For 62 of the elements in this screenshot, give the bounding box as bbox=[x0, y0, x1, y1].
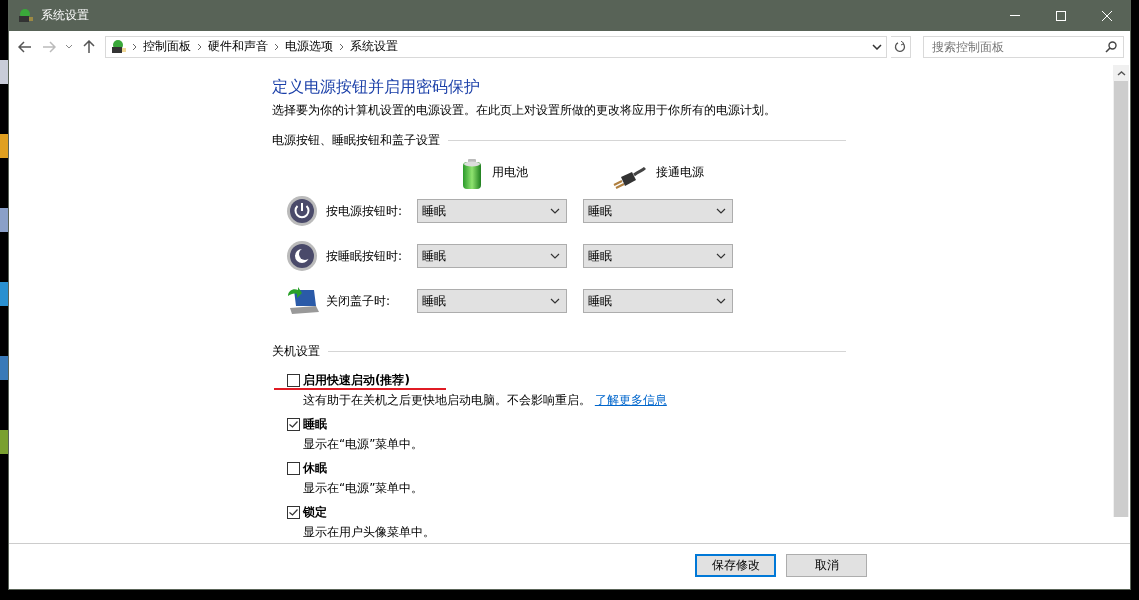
moon-icon bbox=[286, 240, 318, 272]
section-title: 关机设置 bbox=[272, 343, 320, 360]
page-heading: 定义电源按钮并启用密码保护 bbox=[272, 76, 481, 98]
chevron-right-icon bbox=[338, 42, 344, 51]
checkbox[interactable] bbox=[287, 418, 300, 431]
column-header: 接通电源 bbox=[656, 164, 704, 181]
refresh-icon bbox=[894, 40, 907, 53]
chevron-down-icon bbox=[716, 298, 726, 304]
minimize-icon bbox=[1010, 15, 1020, 16]
checkbox-label[interactable]: 休眠 bbox=[303, 460, 327, 477]
chevron-down-icon bbox=[550, 298, 560, 304]
maximize-icon bbox=[1056, 10, 1066, 21]
action-dropdown[interactable]: 睡眠 bbox=[583, 289, 733, 313]
close-icon bbox=[1102, 10, 1112, 21]
search-field[interactable]: 搜索控制面板 bbox=[922, 35, 1124, 58]
scrollbar[interactable] bbox=[1113, 65, 1129, 517]
chevron-down-icon bbox=[550, 253, 560, 259]
action-dropdown[interactable]: 睡眠 bbox=[583, 244, 733, 268]
battery-icon bbox=[462, 159, 482, 189]
column-header: 用电池 bbox=[492, 164, 528, 181]
section-title: 电源按钮、睡眠按钮和盖子设置 bbox=[272, 132, 440, 149]
option-description: 这有助于在关机之后更快地启动电脑。不会影响重启。 bbox=[303, 393, 591, 407]
checkbox-label[interactable]: 睡眠 bbox=[303, 416, 327, 433]
learn-more-link[interactable]: 了解更多信息 bbox=[594, 393, 667, 407]
chevron-down-icon bbox=[64, 44, 73, 49]
breadcrumb-item[interactable]: 硬件和声音 bbox=[207, 38, 268, 55]
checkbox-label[interactable]: 锁定 bbox=[303, 504, 327, 521]
option-description: 显示在用户头像菜单中。 bbox=[303, 525, 435, 539]
window-title: 系统设置 bbox=[41, 7, 89, 24]
action-dropdown[interactable]: 睡眠 bbox=[417, 199, 567, 223]
search-icon bbox=[1105, 40, 1117, 53]
setting-label: 关闭盖子时: bbox=[326, 292, 392, 310]
chevron-down-icon bbox=[871, 43, 882, 50]
page-description: 选择要为你的计算机设置的电源设置。在此页上对设置所做的更改将应用于你所有的电源计划。 bbox=[272, 102, 777, 118]
checkbox[interactable] bbox=[287, 462, 300, 475]
action-dropdown[interactable]: 睡眠 bbox=[417, 244, 567, 268]
option-description: 显示在“电源”菜单中。 bbox=[303, 481, 424, 495]
chevron-down-icon bbox=[716, 253, 726, 259]
checkbox[interactable] bbox=[287, 506, 300, 519]
refresh-button[interactable] bbox=[890, 35, 911, 58]
laptop-icon bbox=[286, 286, 320, 316]
chevron-down-icon bbox=[716, 208, 726, 214]
power-icon bbox=[286, 195, 318, 227]
chevron-right-icon bbox=[196, 42, 202, 51]
setting-label: 按电源按钮时: bbox=[326, 202, 404, 220]
breadcrumb-item[interactable]: 系统设置 bbox=[349, 38, 398, 55]
checkbox-label[interactable]: 启用快速启动(推荐) bbox=[303, 372, 410, 389]
chevron-right-icon bbox=[131, 42, 137, 51]
breadcrumb-item[interactable]: 控制面板 bbox=[142, 38, 191, 55]
action-dropdown[interactable]: 睡眠 bbox=[583, 199, 733, 223]
option-description: 显示在“电源”菜单中。 bbox=[303, 437, 424, 451]
dialog-button[interactable]: 保存修改 bbox=[695, 553, 776, 577]
plug-icon bbox=[612, 167, 646, 189]
chevron-up-icon bbox=[1116, 70, 1126, 76]
chevron-right-icon bbox=[273, 42, 279, 51]
action-dropdown[interactable]: 睡眠 bbox=[417, 289, 567, 313]
setting-label: 按睡眠按钮时: bbox=[326, 247, 404, 265]
chevron-down-icon bbox=[550, 208, 560, 214]
address-bar[interactable]: 控制面板 硬件和声音 电源选项 系统设置 bbox=[104, 35, 887, 58]
breadcrumb-item[interactable]: 电源选项 bbox=[284, 38, 333, 55]
dialog-button[interactable]: 取消 bbox=[786, 553, 867, 577]
checkbox[interactable] bbox=[287, 374, 300, 387]
